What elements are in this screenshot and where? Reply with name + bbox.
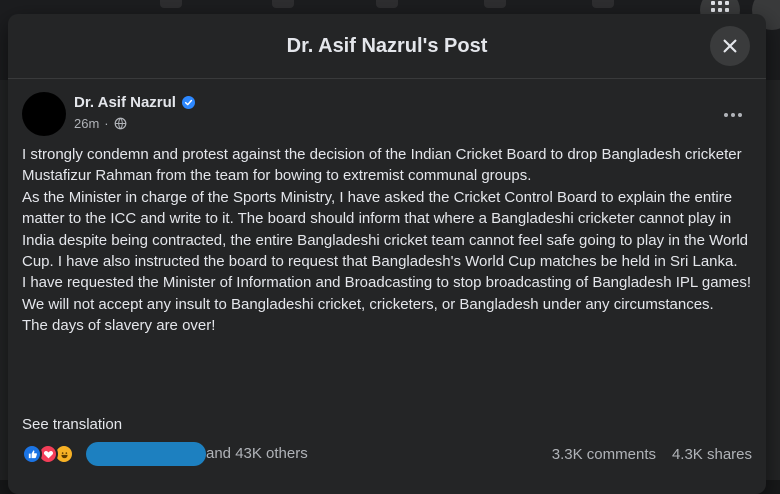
comments-count[interactable]: 3.3K comments	[552, 446, 656, 463]
author-name[interactable]: Dr. Asif Nazrul	[74, 94, 176, 111]
post-paragraph: As the Minister in charge of the Sports …	[22, 188, 749, 271]
post-modal: Dr. Asif Nazrul's Post Dr. Asif Nazrul 2…	[8, 14, 766, 494]
feed-background-right	[764, 80, 780, 480]
post-paragraph: The days of slavery are over!	[22, 317, 216, 335]
shares-count[interactable]: 4.3K shares	[672, 446, 752, 463]
close-button[interactable]	[710, 26, 750, 66]
post-body: I strongly condemn and protest against t…	[22, 144, 752, 337]
modal-title: Dr. Asif Nazrul's Post	[286, 34, 488, 57]
nav-marketplace-icon[interactable]	[484, 0, 506, 8]
author-row: Dr. Asif Nazrul	[74, 94, 195, 111]
nav-watch-icon[interactable]	[376, 0, 398, 8]
engagement-bar: and 43K others 3.3K comments 4.3K shares	[22, 442, 752, 466]
meta-separator: ·	[104, 116, 109, 131]
post-header: Dr. Asif Nazrul 26m ·	[22, 92, 752, 136]
nav-home-icon[interactable]	[160, 0, 182, 8]
post-paragraph: I strongly condemn and protest against t…	[22, 146, 742, 185]
reactions-count[interactable]: and 43K others	[206, 445, 308, 462]
post-meta: 26m ·	[74, 116, 127, 131]
more-options-icon	[724, 113, 728, 117]
see-translation-link[interactable]: See translation	[22, 416, 122, 433]
post-paragraph: We will not accept any insult to Banglad…	[22, 295, 714, 313]
redacted-name	[86, 442, 206, 466]
like-icon	[22, 444, 42, 464]
nav-groups-icon[interactable]	[592, 0, 614, 8]
post-timestamp[interactable]: 26m	[74, 116, 99, 131]
verified-badge-icon	[181, 96, 195, 109]
author-avatar[interactable]	[22, 92, 66, 136]
modal-header: Dr. Asif Nazrul's Post	[8, 14, 766, 79]
more-options-button[interactable]	[718, 100, 748, 130]
close-icon	[723, 39, 737, 53]
reaction-icons[interactable]	[22, 444, 82, 464]
nav-friends-icon[interactable]	[272, 0, 294, 8]
post-paragraph: I have requested the Minister of Informa…	[22, 274, 752, 292]
globe-icon[interactable]	[114, 117, 127, 130]
